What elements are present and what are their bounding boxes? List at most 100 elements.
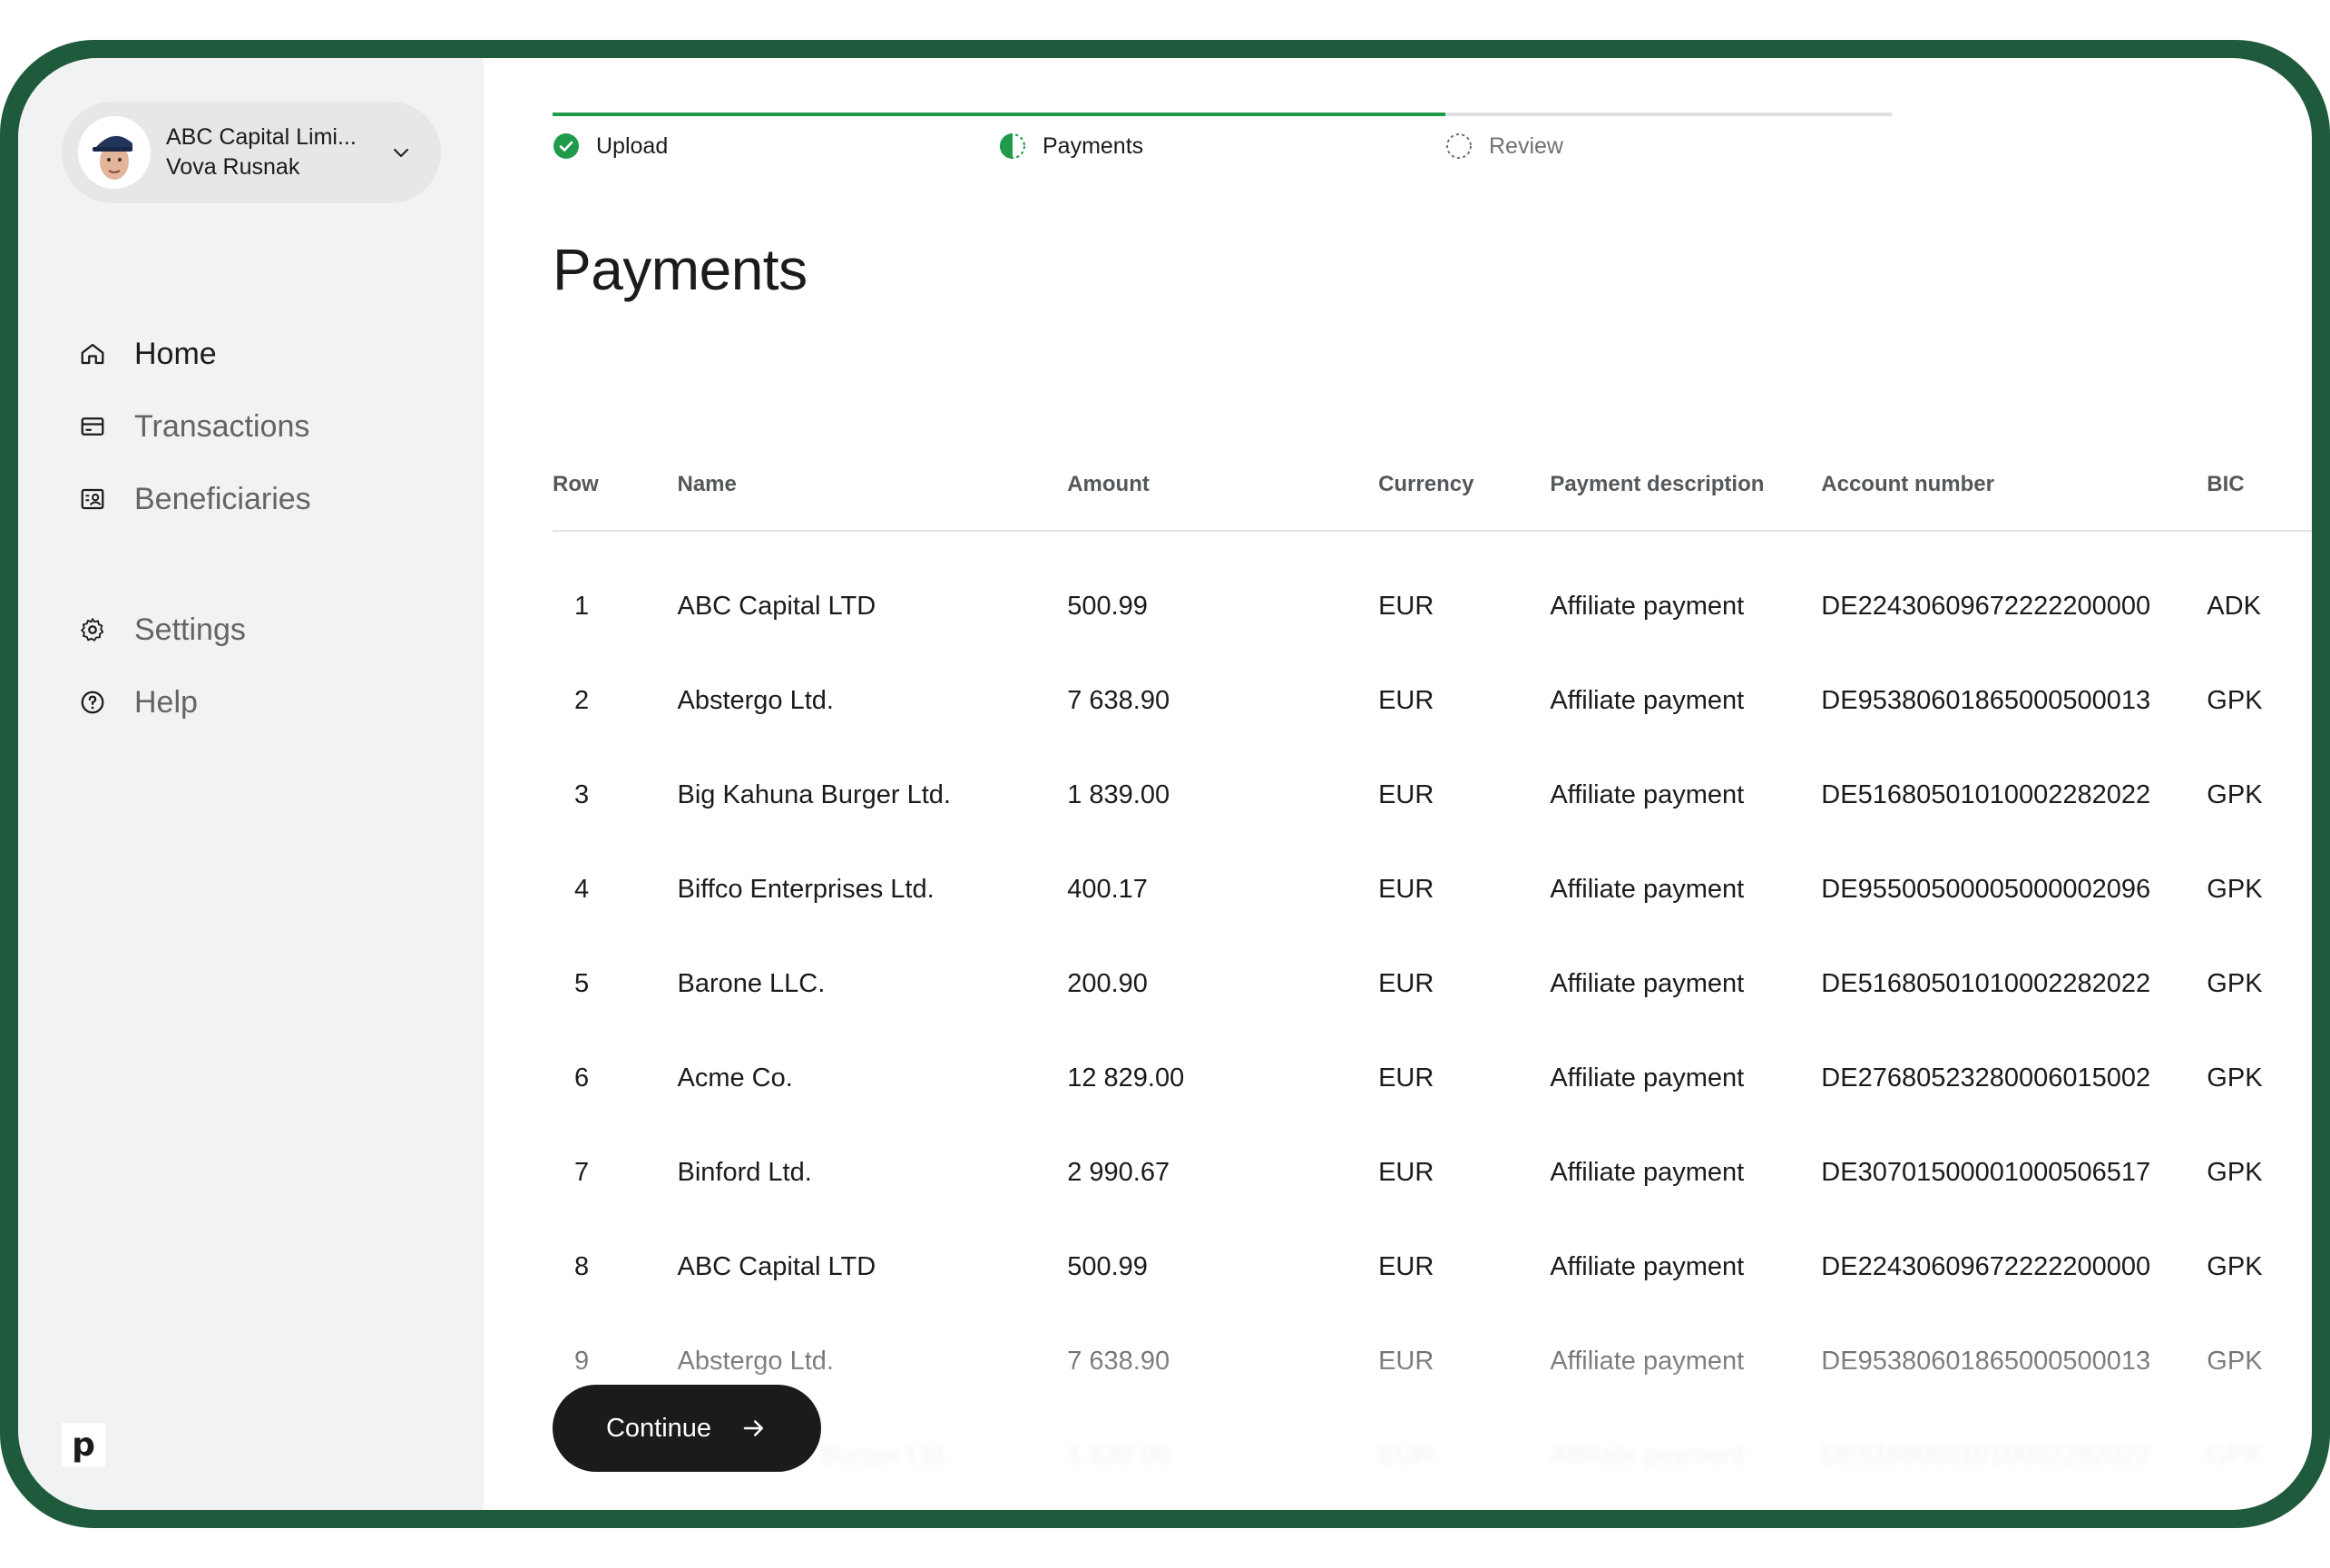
step-upload[interactable]: Upload (553, 113, 999, 160)
column-header-account[interactable]: Account number (1821, 439, 2208, 532)
dashed-circle-icon (1446, 133, 1472, 159)
cell-description: Affiliate payment (1550, 1251, 1745, 1281)
home-icon (76, 338, 109, 370)
table-row[interactable]: 9 Abstergo Ltd. 7 638.90 EUR Affiliate payme… (553, 1314, 2312, 1408)
cell-account: DE51680501010002282022 (1821, 1440, 2151, 1470)
table-row[interactable]: 2 Abstergo Ltd. 7 638.90 EUR Affiliate payme… (553, 653, 2312, 748)
cell-description: Affiliate payment (1550, 779, 1745, 809)
check-circle-icon (553, 133, 579, 159)
sidebar: ABC Capital Limi... Vova Rusnak Home Tra… (18, 58, 484, 1510)
cell-currency: EUR (1378, 1346, 1434, 1376)
table-row[interactable]: 7 Binford Ltd. 2 990.67 EUR Affiliate paymen… (553, 1125, 2312, 1220)
table-row[interactable]: 5 Barone LLC. 200.90 EUR Affiliate payment DE… (553, 936, 2312, 1031)
column-header-bic[interactable]: BIC (2207, 439, 2312, 532)
cell-currency: EUR (1378, 1503, 1550, 1510)
cell-currency: EUR (1378, 1157, 1434, 1187)
cell-row: 1 (574, 591, 590, 621)
cell-bic: GPK (2207, 779, 2263, 809)
cell-currency: EUR (1378, 1063, 1434, 1093)
cell-account: DE22430609672222200000 (1821, 591, 2151, 621)
step-payments[interactable]: Payments (999, 113, 1445, 160)
cell-bic: GPK (2207, 1251, 2263, 1281)
cell-currency: EUR (1378, 1440, 1434, 1470)
app-screen: ABC Capital Limi... Vova Rusnak Home Tra… (18, 58, 2312, 1510)
column-header-row[interactable]: Row (553, 439, 678, 532)
cell-description: Affiliate payment (1550, 1440, 1745, 1470)
account-switcher[interactable]: ABC Capital Limi... Vova Rusnak (62, 102, 441, 203)
table-row[interactable]: 3 Big Kahuna Burger Ltd. 1 839.00 EUR Affili… (553, 748, 2312, 842)
column-header-currency[interactable]: Currency (1378, 439, 1551, 532)
arrow-right-icon (740, 1415, 768, 1442)
cell-bic: GPK (2207, 1063, 2263, 1093)
help-icon (76, 686, 109, 719)
cell-bic: GPK (2207, 1346, 2263, 1376)
table-row[interactable]: 11Biffco Enterprises Ltd.400.17EURAffili… (553, 1503, 2312, 1510)
sidebar-item-beneficiaries[interactable]: Beneficiaries (76, 463, 311, 535)
cell-name: ABC Capital LTD (677, 1251, 876, 1281)
cell-amount: 200.90 (1067, 968, 1148, 998)
continue-label: Continue (605, 1413, 712, 1443)
cell-description: Affiliate payment (1550, 1063, 1745, 1093)
chevron-down-icon[interactable] (387, 138, 416, 167)
cell-account: DE51680501010002282022 (1821, 968, 2151, 998)
payments-table: Row Name Amount Currency Payment descrip… (553, 439, 2312, 1510)
cell-account: DE27680523280006015002 (1821, 1063, 2151, 1093)
cell-account: DE95380601865000500013 (1821, 1346, 2151, 1376)
table-row[interactable]: 1 ABC Capital LTD 500.99 EUR Affiliate payme… (553, 559, 2312, 653)
cell-account: DE22430609672222200000 (1821, 1251, 2151, 1281)
step-bar (999, 113, 1445, 116)
cell-amount: 500.99 (1067, 591, 1148, 621)
step-label: Upload (596, 132, 669, 159)
main-content: Upload Payments Review Payments Row Name… (484, 58, 2312, 1510)
table-row[interactable]: 4 Biffco Enterprises Ltd. 400.17 EUR Affilia… (553, 842, 2312, 936)
sidebar-item-label: Beneficiaries (134, 481, 311, 516)
cell-amount: 7 638.90 (1067, 685, 1170, 715)
cell-description: Affiliate payment (1550, 591, 1745, 621)
cell-bic: GPK (2207, 1157, 2263, 1187)
cell-bic: GPK (2207, 874, 2263, 904)
column-header-amount[interactable]: Amount (1067, 439, 1379, 532)
cell-currency: EUR (1378, 874, 1434, 904)
cell-name: Biffco Enterprises Ltd. (677, 874, 935, 904)
cell-description: Affiliate payment (1550, 1157, 1745, 1187)
sidebar-item-help[interactable]: Help (76, 666, 311, 739)
step-review[interactable]: Review (1445, 113, 1892, 160)
half-circle-icon (1000, 133, 1025, 159)
step-bar (1445, 113, 1892, 116)
continue-button[interactable]: Continue (553, 1385, 821, 1472)
cell-name: ABC Capital LTD (677, 591, 876, 621)
cell-currency: EUR (1378, 968, 1434, 998)
page-title: Payments (553, 237, 808, 302)
sidebar-item-label: Settings (134, 612, 246, 647)
table-header-row: Row Name Amount Currency Payment descrip… (553, 439, 2312, 532)
sidebar-nav: Home Transactions Beneficiaries Settings… (76, 318, 311, 739)
table-row[interactable]: 6 Acme Co. 12 829.00 EUR Affiliate payment DE… (553, 1031, 2312, 1125)
cell-row: 11 (553, 1503, 677, 1510)
brand-logo: p (62, 1423, 105, 1466)
cell-row: 5 (574, 968, 590, 998)
cell-bic: GPK (2207, 685, 2263, 715)
cell-description: Affiliate payment (1550, 874, 1745, 904)
cell-description: Affiliate payment (1550, 1503, 1821, 1510)
cell-amount: 12 829.00 (1067, 1063, 1185, 1093)
step-label: Payments (1043, 132, 1144, 159)
cell-account: DE95380601865000500013 (1821, 685, 2151, 715)
cell-row: 2 (574, 685, 590, 715)
cell-account: DE95500500005000002096 (1821, 1503, 2207, 1510)
avatar (78, 116, 151, 189)
cell-name: Biffco Enterprises Ltd. (677, 1503, 1067, 1510)
column-header-description[interactable]: Payment description (1550, 439, 1822, 532)
column-header-name[interactable]: Name (677, 439, 1068, 532)
table-row[interactable]: 8 ABC Capital LTD 500.99 EUR Affiliate payme… (553, 1220, 2312, 1314)
cell-account: DE95500500005000002096 (1821, 874, 2151, 904)
cell-currency: EUR (1378, 591, 1434, 621)
cell-row: 8 (574, 1251, 590, 1281)
gear-icon (76, 613, 109, 646)
sidebar-item-transactions[interactable]: Transactions (76, 390, 311, 463)
sidebar-item-home[interactable]: Home (76, 318, 311, 390)
table-spacer (553, 531, 2312, 559)
cell-account: DE30701500001000506517 (1821, 1157, 2151, 1187)
sidebar-item-settings[interactable]: Settings (76, 593, 311, 666)
card-icon (76, 410, 109, 443)
